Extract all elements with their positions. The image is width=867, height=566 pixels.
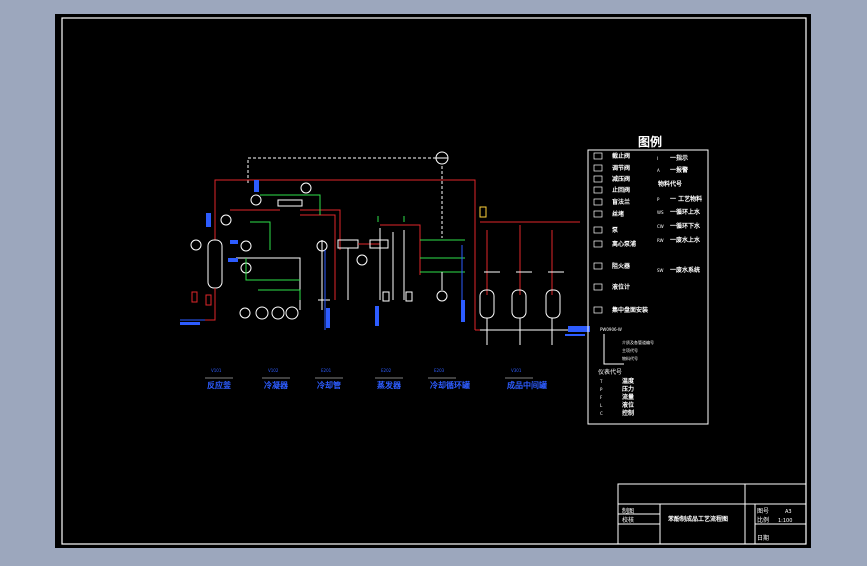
legend-code-label: 一废水系统 (670, 266, 700, 274)
legend-item-label: 止回阀 (612, 186, 630, 194)
instrument-tag (228, 258, 238, 262)
legend-title: 图例 (638, 134, 662, 149)
legend-item-label: 调节阀 (612, 164, 630, 172)
pipe-code-note: 介质及各管道编号 (622, 339, 654, 345)
legend-code: CW (657, 224, 664, 229)
station-name: 蒸发器 (377, 380, 402, 390)
legend-code-label: 一循环下水 (670, 222, 701, 230)
station-code: E203 (434, 368, 445, 373)
instrument-code-title: 仪表代号 (598, 368, 622, 376)
station-name: 成品中间罐 (507, 380, 547, 390)
legend-item-label: 泵 (612, 226, 619, 234)
legend-code-label: 一废水上水 (670, 236, 701, 244)
instrument-code-label: 温度 (622, 377, 635, 385)
legend-code: WS (657, 210, 664, 215)
pid-drawing-sheet: V101 反应釜 V102 冷凝器 E201 冷却管 E202 蒸发器 E203 冷却循环罐 V30… (55, 14, 811, 548)
cad-viewport: V101 反应釜 V102 冷凝器 E201 冷却管 E202 蒸发器 E203 冷却循环罐 V30… (0, 0, 867, 562)
station-code: V102 (268, 368, 279, 373)
legend-code-label: 一指示 (670, 154, 688, 162)
pipe-code-sample: PW0906-W (600, 327, 622, 332)
instrument-tag (461, 300, 465, 322)
legend-code: A (657, 168, 660, 173)
instrument-code-label: 控制 (622, 409, 634, 417)
instrument-code-label: 液位 (622, 401, 634, 409)
drawing-sheet-background (55, 14, 811, 548)
instrument-tag (375, 306, 379, 326)
drawing-no-value: A3 (785, 509, 792, 515)
legend-item-label: 液位计 (612, 283, 630, 291)
pipe-code-note: 主项代号 (622, 347, 638, 353)
legend-item-label: 离心泵浦 (612, 240, 636, 248)
station-name: 冷凝器 (264, 380, 289, 390)
title-block-role-1: 制图 (622, 507, 634, 515)
legend-item-label: 减压阀 (612, 175, 630, 183)
label-date: 日期 (757, 534, 769, 542)
legend-code: SW (657, 268, 664, 273)
title-block-role-2: 校核 (622, 516, 634, 524)
label-drawing-no: 图号 (757, 508, 769, 515)
legend-item-label: 集中盘面安装 (611, 306, 648, 314)
instrument-tag (180, 322, 200, 325)
pipe-code-note: 物料代号 (622, 355, 638, 361)
legend-code: I (657, 156, 658, 161)
legend-item-label: 阻火器 (612, 262, 631, 270)
instrument-code-label: 流量 (622, 393, 634, 401)
instrument-code-label: 压力 (622, 385, 634, 393)
legend-item-label: 丝堵 (612, 210, 624, 218)
legend-item-label: 截止阀 (612, 152, 630, 160)
station-code: E202 (381, 368, 392, 373)
instrument-tag (206, 213, 211, 227)
instrument-tag (254, 180, 259, 192)
legend-code-label: 物料代号 (658, 180, 682, 188)
instrument-code: C (600, 411, 603, 416)
station-code: V301 (511, 368, 522, 373)
instrument-code: T (599, 379, 603, 384)
legend-item-label: 盲法兰 (612, 198, 630, 206)
station-code: V101 (211, 368, 222, 373)
legend-code-label: 一 工艺物料 (670, 195, 702, 203)
legend-code: RW (657, 238, 664, 243)
station-name: 反应釜 (207, 380, 232, 390)
station-name: 冷却循环罐 (430, 380, 470, 390)
station-name: 冷却管 (317, 380, 341, 390)
instrument-tag (326, 308, 330, 328)
instrument-tag (568, 326, 590, 332)
legend-code-label: 一报警 (670, 166, 688, 174)
scale-value: 1:100 (778, 518, 792, 524)
legend-code-label: 一循环上水 (670, 208, 701, 216)
label-scale: 比例 (757, 516, 769, 524)
station-code: E201 (321, 368, 332, 373)
instrument-tag (230, 240, 238, 244)
drawing-title: 苯酚制成品工艺流程图 (667, 515, 728, 523)
